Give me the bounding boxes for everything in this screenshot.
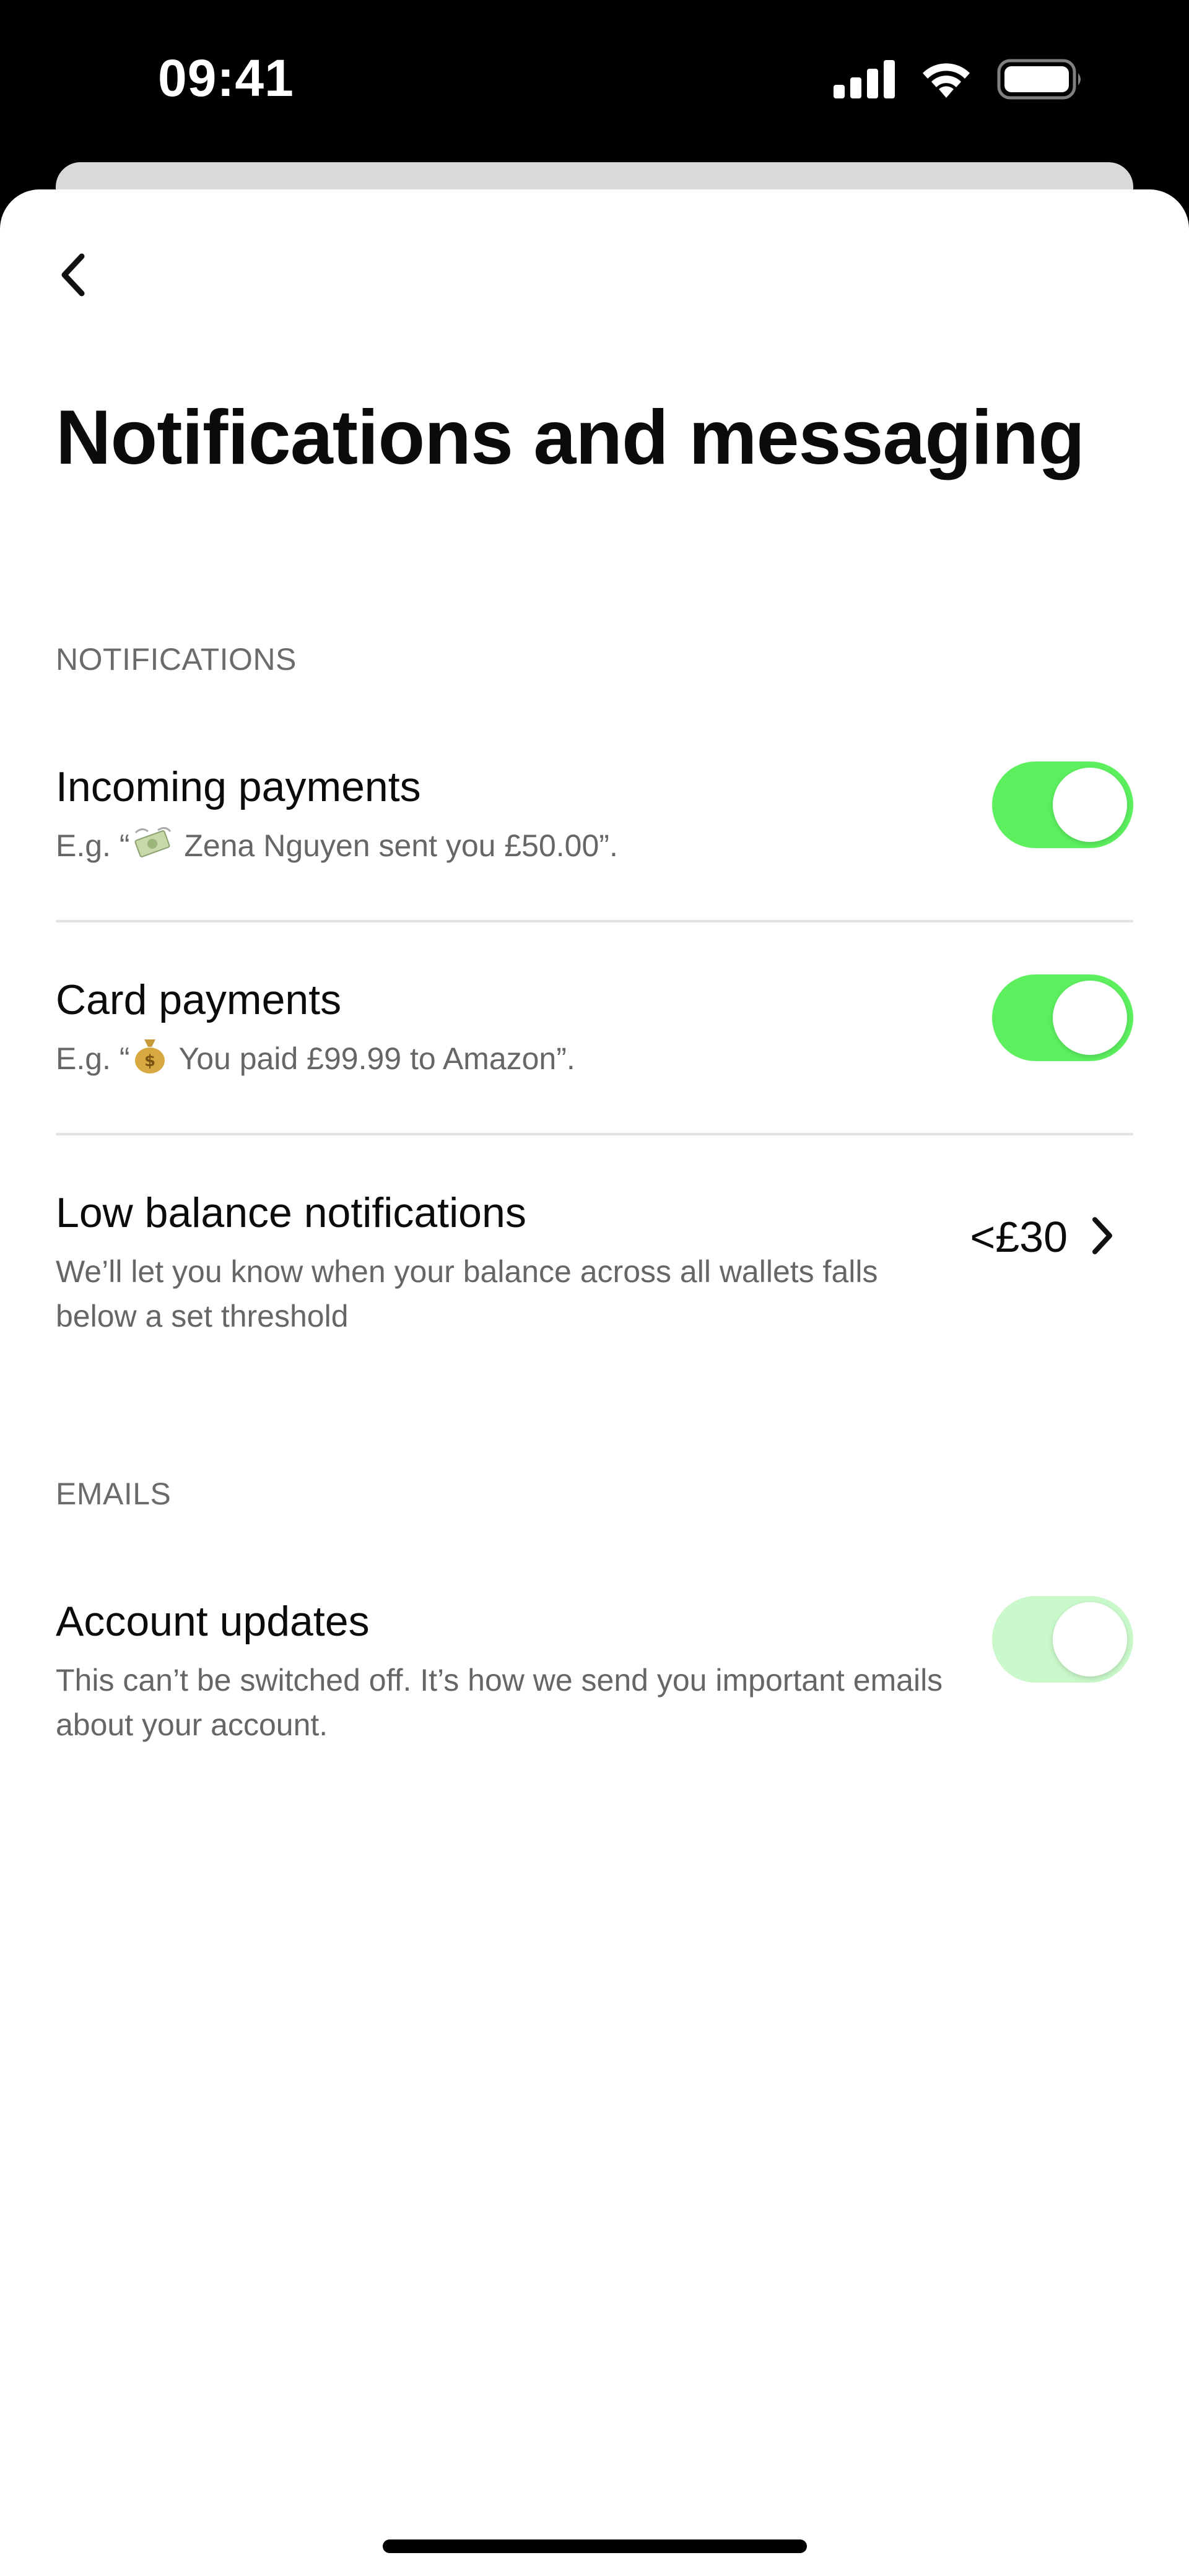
setting-account-updates: Account updates This can’t be switched o… (56, 1594, 1133, 1754)
battery-icon (997, 59, 1084, 100)
setting-description: This can’t be switched off. It’s how we … (56, 1663, 943, 1742)
back-button[interactable] (56, 245, 118, 307)
wifi-icon (919, 59, 973, 99)
setting-low-balance[interactable]: Low balance notifications We’ll let you … (56, 1185, 1133, 1346)
setting-title: Account updates (56, 1598, 370, 1645)
setting-title: Card payments (56, 976, 342, 1023)
setting-incoming-payments: Incoming payments E.g. “ Zena Nguyen sen… (56, 759, 1133, 883)
home-indicator (383, 2539, 807, 2553)
settings-sheet: Notifications and messaging NOTIFICATION… (0, 189, 1189, 2576)
money-bag-icon: $ (133, 1037, 167, 1086)
status-bar: 09:41 (0, 0, 1189, 161)
divider (56, 1133, 1133, 1135)
setting-card-payments: Card payments E.g. “ $ You paid £99.99 t… (56, 972, 1133, 1096)
toggle-knob (1053, 1602, 1127, 1676)
status-time: 09:41 (158, 49, 294, 107)
incoming-payments-toggle[interactable] (992, 761, 1133, 848)
threshold-value: <£30 (970, 1213, 1068, 1261)
card-payments-toggle[interactable] (992, 974, 1133, 1061)
chevron-left-icon (56, 251, 90, 301)
low-balance-threshold[interactable]: <£30 (970, 1212, 1115, 1262)
setting-title: Incoming payments (56, 763, 421, 810)
status-icons (834, 59, 1084, 100)
account-updates-toggle (992, 1596, 1133, 1683)
toggle-knob (1053, 981, 1127, 1055)
page-title: Notifications and messaging (56, 395, 1085, 480)
divider (56, 920, 1133, 922)
setting-description: We’ll let you know when your balance acr… (56, 1254, 878, 1334)
money-with-wings-icon (133, 826, 172, 873)
chevron-right-icon (1090, 1216, 1115, 1259)
signal-icon (834, 60, 895, 98)
setting-description: E.g. “ $ You paid £99.99 to Amazon”. (56, 1036, 947, 1086)
toggle-knob (1053, 768, 1127, 842)
setting-description: E.g. “ Zena Nguyen sent you £50.00”. (56, 823, 947, 873)
section-header-notifications: NOTIFICATIONS (56, 642, 297, 677)
svg-text:$: $ (144, 1052, 155, 1070)
section-header-emails: EMAILS (56, 1477, 172, 1511)
